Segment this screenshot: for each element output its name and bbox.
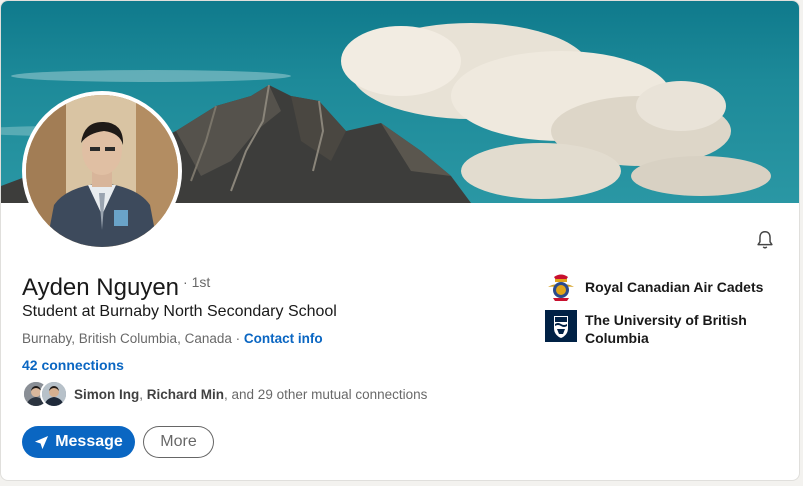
bell-button[interactable] (751, 227, 779, 253)
profile-headline: Student at Burnaby North Secondary Schoo… (22, 303, 337, 320)
more-button-label: More (160, 433, 197, 450)
profile-location: Burnaby, British Columbia, Canada (22, 331, 232, 346)
connections-link[interactable]: 42 connections (22, 356, 124, 374)
ubc-crest-icon (545, 310, 577, 342)
location-separator: · (235, 331, 244, 346)
location-row: Burnaby, British Columbia, Canada · Cont… (22, 330, 323, 348)
org-item-air-cadets[interactable]: Royal Canadian Air Cadets (545, 271, 775, 303)
connection-degree: · 1st (183, 274, 211, 290)
profile-photo (26, 95, 178, 247)
air-cadets-crest-icon (545, 271, 577, 303)
profile-avatar[interactable] (22, 91, 182, 251)
mutual-connections-text: Simon Ing, Richard Min, and 29 other mut… (74, 386, 428, 402)
profile-name: Ayden Nguyen (22, 274, 180, 301)
org-name: Royal Canadian Air Cadets (585, 279, 764, 295)
more-button[interactable]: More (143, 426, 214, 458)
org-name: The University of British Columbia (585, 312, 747, 346)
message-button-label: Message (55, 433, 123, 450)
mutual-name: Simon Ing (74, 386, 140, 402)
paper-plane-icon (35, 435, 49, 449)
bell-icon (757, 231, 773, 249)
message-button[interactable]: Message (22, 426, 135, 458)
mutual-name: Richard Min (146, 386, 225, 402)
name-row: Ayden Nguyen · 1st (22, 273, 210, 303)
mutual-avatars (22, 380, 68, 408)
profile-card: Ayden Nguyen · 1st Student at Burnaby No… (0, 0, 800, 481)
mutual-connections[interactable]: Simon Ing, Richard Min, and 29 other mut… (22, 380, 427, 408)
org-item-ubc[interactable]: The University of British Columbia (545, 310, 775, 347)
contact-info-link[interactable]: Contact info (244, 331, 323, 346)
mutual-avatar (40, 380, 68, 408)
